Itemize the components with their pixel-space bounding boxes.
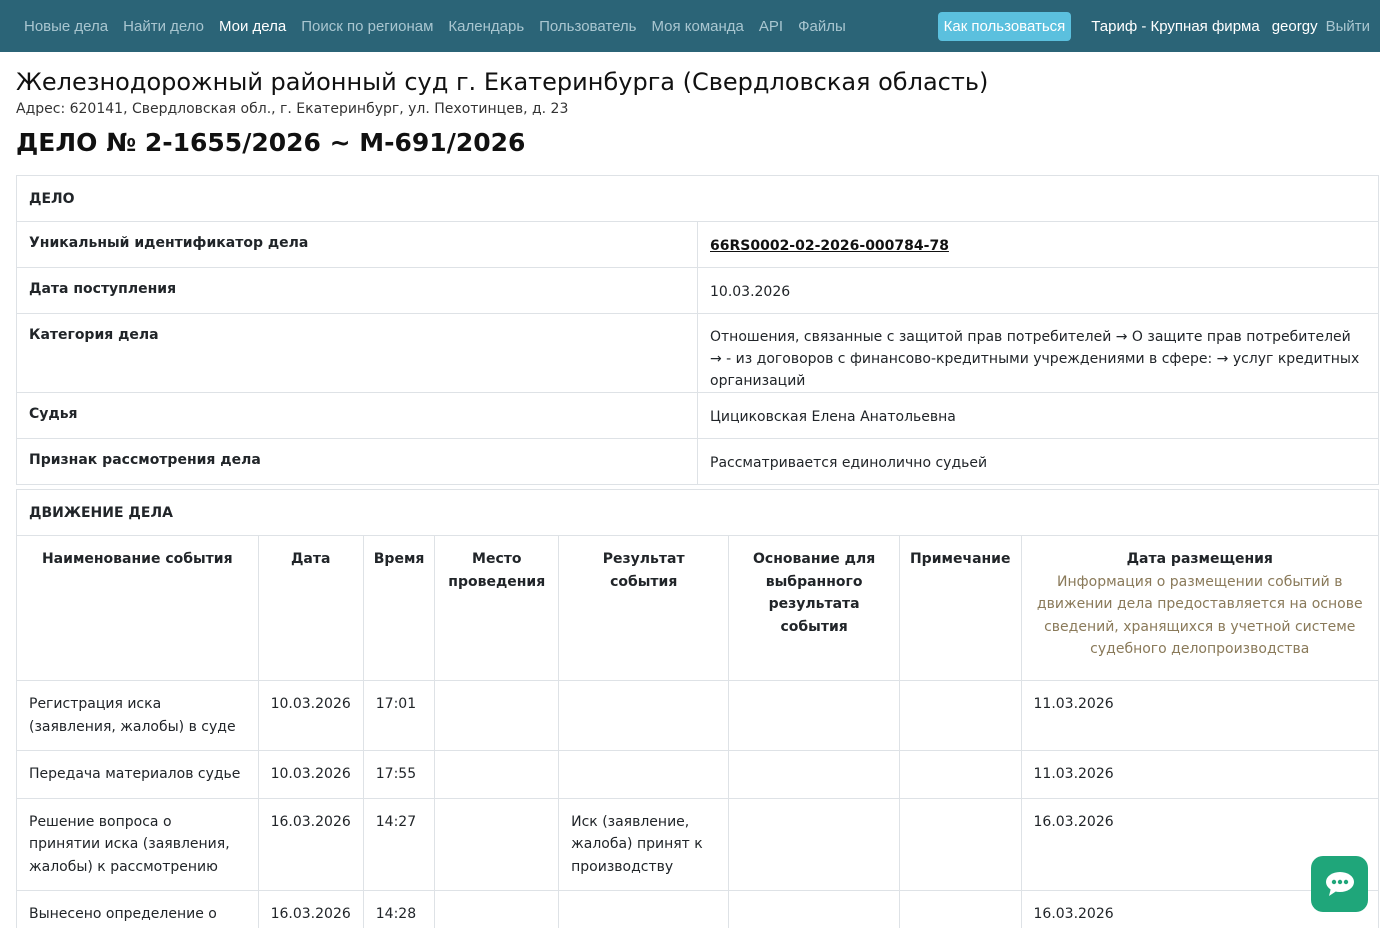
chat-button[interactable] — [1311, 856, 1368, 912]
logout-link[interactable]: Выйти — [1326, 18, 1370, 35]
event-date-cell: 16.03.2026 — [257, 890, 364, 928]
case-info-header-row: ДЕЛО — [16, 175, 1379, 222]
event-basis-cell — [728, 680, 900, 751]
event-note-cell — [898, 750, 1022, 799]
event-posting-date-cell: 11.03.2026 — [1020, 680, 1379, 751]
username-link[interactable]: georgy — [1272, 18, 1318, 35]
movement-section-title: ДВИЖЕНИЕ ДЕЛА — [16, 489, 1379, 536]
col-location: Место проведения — [434, 535, 560, 681]
case-info-row: Уникальный идентификатор дела 66RS0002-0… — [16, 221, 1379, 268]
event-location-cell — [434, 890, 560, 928]
event-note-cell — [898, 797, 1022, 891]
col-posting-date-label: Дата размещения — [1126, 551, 1273, 567]
event-result-cell — [558, 680, 730, 751]
nav-user[interactable]: Пользователь — [539, 18, 636, 35]
event-basis-cell — [728, 890, 900, 928]
event-posting-date-cell: 11.03.2026 — [1020, 750, 1379, 799]
case-section-title: ДЕЛО — [16, 175, 1379, 222]
event-basis-cell — [728, 750, 900, 799]
case-info-table: ДЕЛО Уникальный идентификатор дела 66RS0… — [16, 175, 1379, 485]
event-time-cell: 14:28 — [362, 890, 436, 928]
case-uid-link[interactable]: 66RS0002-02-2026-000784-78 — [710, 238, 949, 254]
case-info-label: Судья — [16, 392, 698, 439]
case-info-row: Категория дела Отношения, связанные с за… — [16, 313, 1379, 393]
nav-my-cases[interactable]: Мои дела — [219, 18, 286, 35]
case-info-label: Дата поступления — [16, 267, 698, 314]
event-time-cell: 14:27 — [362, 797, 436, 891]
event-time-cell: 17:55 — [362, 750, 436, 799]
case-info-row: Судья Цициковская Елена Анатольевна — [16, 392, 1379, 439]
movement-row: Вынесено определение о 16.03.2026 14:28 … — [16, 890, 1379, 928]
event-time-cell: 17:01 — [362, 680, 436, 751]
how-to-use-button[interactable]: Как пользоваться — [937, 11, 1072, 41]
event-location-cell — [434, 680, 560, 751]
case-info-label: Признак рассмотрения дела — [16, 438, 698, 485]
col-result: Результат события — [558, 535, 730, 681]
movement-row: Передача материалов судье 10.03.2026 17:… — [16, 750, 1379, 799]
event-result-cell — [558, 890, 730, 928]
event-note-cell — [898, 890, 1022, 928]
event-location-cell — [434, 797, 560, 891]
event-date-cell: 10.03.2026 — [257, 750, 364, 799]
col-posting-date: Дата размещения Информация о размещении … — [1020, 535, 1379, 681]
case-info-row: Дата поступления 10.03.2026 — [16, 267, 1379, 314]
event-name-cell: Передача материалов судье — [16, 750, 259, 799]
col-result-basis: Основание для выбранного результата собы… — [728, 535, 900, 681]
case-info-row: Признак рассмотрения дела Рассматриваетс… — [16, 438, 1379, 485]
chat-bubble-icon — [1325, 872, 1354, 896]
event-name-cell: Решение вопроса о принятии иска (заявлен… — [16, 797, 259, 891]
nav-files[interactable]: Файлы — [798, 18, 846, 35]
event-date-cell: 16.03.2026 — [257, 797, 364, 891]
case-info-value: Цициковская Елена Анатольевна — [697, 392, 1379, 439]
case-info-value: Отношения, связанные с защитой прав потр… — [697, 313, 1379, 393]
event-result-cell: Иск (заявление, жалоба) принят к произво… — [558, 797, 730, 891]
nav-region-search[interactable]: Поиск по регионам — [301, 18, 433, 35]
event-result-cell — [558, 750, 730, 799]
case-info-value: Рассматривается единолично судьей — [697, 438, 1379, 485]
nav-new-cases[interactable]: Новые дела — [24, 18, 108, 35]
nav-find-case[interactable]: Найти дело — [123, 18, 204, 35]
event-name-cell: Вынесено определение о — [16, 890, 259, 928]
nav-calendar[interactable]: Календарь — [448, 18, 524, 35]
event-note-cell — [898, 680, 1022, 751]
case-info-label: Категория дела — [16, 313, 698, 393]
posting-date-note: Информация о размещении событий в движен… — [1036, 573, 1363, 658]
col-event-name: Наименование события — [16, 535, 259, 681]
movement-row: Решение вопроса о принятии иска (заявлен… — [16, 797, 1379, 891]
movement-row: Регистрация иска (заявления, жалобы) в с… — [16, 680, 1379, 751]
col-time: Время — [362, 535, 436, 681]
court-title: Железнодорожный районный суд г. Екатерин… — [16, 68, 989, 96]
event-date-cell: 10.03.2026 — [257, 680, 364, 751]
case-info-value: 66RS0002-02-2026-000784-78 — [697, 221, 1379, 268]
case-title: ДЕЛО № 2-1655/2026 ~ М-691/2026 — [16, 128, 526, 157]
event-location-cell — [434, 750, 560, 799]
nav-account: Как пользоваться Тариф - Крупная фирма g… — [937, 0, 1370, 52]
movement-columns-row: Наименование события Дата Время Место пр… — [16, 535, 1379, 681]
movement-header-row: ДВИЖЕНИЕ ДЕЛА — [16, 489, 1379, 536]
nav-links: Новые дела Найти дело Мои дела Поиск по … — [24, 0, 861, 52]
court-address: Адрес: 620141, Свердловская обл., г. Ека… — [16, 101, 569, 117]
event-basis-cell — [728, 797, 900, 891]
case-info-value: 10.03.2026 — [697, 267, 1379, 314]
nav-api[interactable]: API — [759, 18, 783, 35]
event-name-cell: Регистрация иска (заявления, жалобы) в с… — [16, 680, 259, 751]
col-note: Примечание — [898, 535, 1022, 681]
tariff-link[interactable]: Тариф - Крупная фирма — [1091, 18, 1259, 35]
case-info-label: Уникальный идентификатор дела — [16, 221, 698, 268]
case-movement-table: ДВИЖЕНИЕ ДЕЛА Наименование события Дата … — [16, 489, 1379, 928]
top-navbar: Новые дела Найти дело Мои дела Поиск по … — [0, 0, 1380, 52]
nav-my-team[interactable]: Моя команда — [651, 18, 743, 35]
col-date: Дата — [257, 535, 364, 681]
